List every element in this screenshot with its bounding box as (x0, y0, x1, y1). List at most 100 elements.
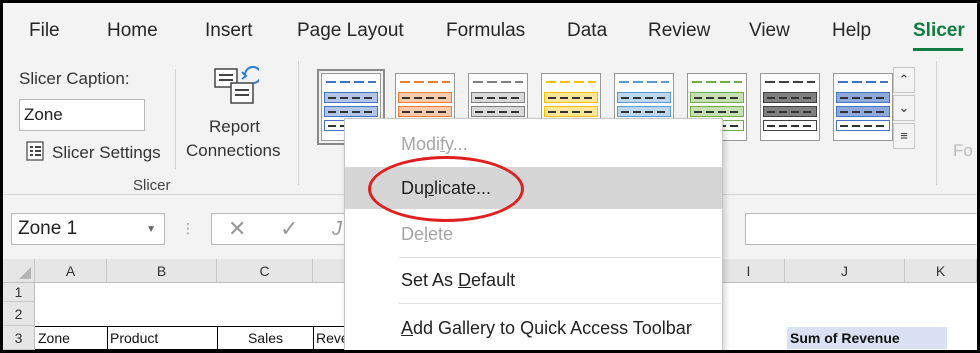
swatch-item-line (694, 111, 740, 113)
menu-label: licate... (434, 178, 492, 198)
chevron-up-icon: ⌃ (898, 72, 910, 87)
cell-c3[interactable]: Sales (217, 330, 309, 346)
menu-separator (399, 303, 721, 304)
tab-home[interactable]: Home (107, 20, 158, 42)
slicer-caption-label: Slicer Caption: (19, 69, 130, 88)
slicer-settings-label: Slicer Settings (52, 143, 161, 162)
tab-page-layout[interactable]: Page Layout (297, 20, 404, 42)
menu-label: y... (445, 134, 468, 154)
select-all-icon (19, 267, 31, 279)
more-icon: ≡ (900, 128, 908, 143)
menu-item-modify[interactable]: Modify... (345, 123, 722, 165)
chevron-down-icon: ⌄ (898, 100, 910, 115)
formula-input[interactable] (745, 213, 977, 245)
swatch-header-line (400, 81, 450, 83)
tab-file[interactable]: File (29, 20, 60, 42)
tab-review[interactable]: Review (648, 20, 710, 42)
slicer-settings-button[interactable]: Slicer Settings (23, 139, 173, 165)
swatch-item-line (402, 97, 448, 99)
swatch-item-line (475, 111, 521, 113)
swatch-header-line (473, 81, 523, 83)
menu-item-set-as-default[interactable]: Set As Default (345, 259, 722, 301)
column-header-b[interactable]: B (107, 259, 217, 283)
menu-item-add-to-qat[interactable]: Add Gallery to Quick Access Toolbar (345, 307, 722, 349)
column-header-a[interactable]: A (35, 259, 107, 283)
swatch-item-band (398, 106, 452, 117)
row-header-1[interactable]: 1 (3, 283, 35, 302)
ribbon-tabs: File Home Insert Page Layout Formulas Da… (3, 3, 977, 53)
menu-separator (399, 257, 721, 258)
swatch-item-line (328, 111, 374, 113)
menu-label: efault (471, 270, 516, 290)
tab-slicer[interactable]: Slicer (913, 20, 965, 42)
column-header-k[interactable]: K (905, 259, 977, 283)
report-connections-label-2: Connections (186, 141, 281, 160)
function-icon[interactable]: J (332, 218, 342, 241)
slicer-settings-icon (26, 141, 44, 161)
close-icon[interactable]: ✕ (228, 216, 246, 242)
swatch-item-band (836, 106, 890, 117)
swatch-item-band (398, 92, 452, 103)
cell-d3[interactable]: Reve (316, 330, 346, 346)
row-header-2[interactable]: 2 (3, 302, 35, 326)
swatch-item-band (544, 106, 598, 117)
tab-view[interactable]: View (749, 20, 790, 42)
tab-insert[interactable]: Insert (205, 20, 253, 42)
gallery-context-menu: Modify... Duplicate... Delete Set As Def… (344, 118, 723, 350)
report-connections-button[interactable]: Report Connections (183, 61, 289, 166)
column-header-i[interactable]: I (713, 259, 785, 283)
swatch-item-band (763, 106, 817, 117)
menu-accelerator: D (458, 270, 472, 290)
swatch-item-line (767, 125, 813, 127)
swatch-header-line (838, 81, 888, 83)
cell-divider (107, 326, 108, 350)
swatch-header-line (326, 81, 376, 83)
swatch-item-line (840, 97, 886, 99)
check-icon[interactable]: ✓ (280, 216, 298, 242)
cell-b3[interactable]: Product (110, 330, 214, 346)
group-label-slicer: Slicer (133, 177, 171, 194)
name-box[interactable]: Zone 1 ▼ (11, 213, 165, 245)
tab-help[interactable]: Help (832, 20, 871, 42)
swatch-item-band (617, 106, 671, 117)
report-connections-icon (214, 66, 259, 104)
swatch-item-band (324, 106, 378, 117)
gallery-scroll-down-button[interactable]: ⌄ (893, 95, 915, 121)
name-box-value: Zone 1 (18, 218, 78, 239)
swatch-item-band (763, 120, 817, 131)
tab-data[interactable]: Data (567, 20, 607, 42)
menu-item-duplicate[interactable]: Duplicate... (345, 167, 722, 209)
swatch-header-line (692, 81, 742, 83)
swatch-header-line (546, 81, 596, 83)
report-connections-label-1: Report (209, 117, 261, 136)
column-header-c[interactable]: C (217, 259, 313, 283)
active-tab-indicator (913, 48, 963, 51)
formula-bar-buttons: ✕ ✓ J (211, 213, 351, 245)
swatch-item-line (621, 97, 667, 99)
swatch-item-line (840, 125, 886, 127)
pivot-header-cell[interactable]: Sum of Revenue (787, 327, 947, 349)
cut-off-group-text: Fo (953, 141, 973, 160)
tab-formulas[interactable]: Formulas (446, 20, 525, 42)
slicer-caption-input[interactable]: Zone (19, 99, 145, 131)
menu-accelerator: p (424, 178, 435, 198)
swatch-item-line (840, 111, 886, 113)
gallery-scroll-up-button[interactable]: ⌃ (893, 67, 915, 93)
menu-label: Set As (401, 270, 459, 290)
swatch-item-line (694, 97, 740, 99)
swatch-header-line (619, 81, 669, 83)
cell-a3[interactable]: Zone (38, 330, 104, 346)
swatch-item-band (471, 92, 525, 103)
swatch-item-band (617, 92, 671, 103)
ribbon-separator (175, 69, 176, 169)
slicer-style-swatch[interactable] (760, 73, 820, 141)
slicer-style-swatch[interactable] (833, 73, 893, 141)
gallery-more-button[interactable]: ≡ (893, 123, 915, 149)
swatch-item-band (324, 92, 378, 103)
select-all-corner[interactable] (3, 259, 35, 283)
swatch-item-band (544, 92, 598, 103)
menu-item-delete[interactable]: Delete (345, 213, 722, 255)
chevron-down-icon: ▼ (146, 224, 156, 235)
row-header-3[interactable]: 3 (3, 326, 35, 350)
column-header-j[interactable]: J (785, 259, 905, 283)
